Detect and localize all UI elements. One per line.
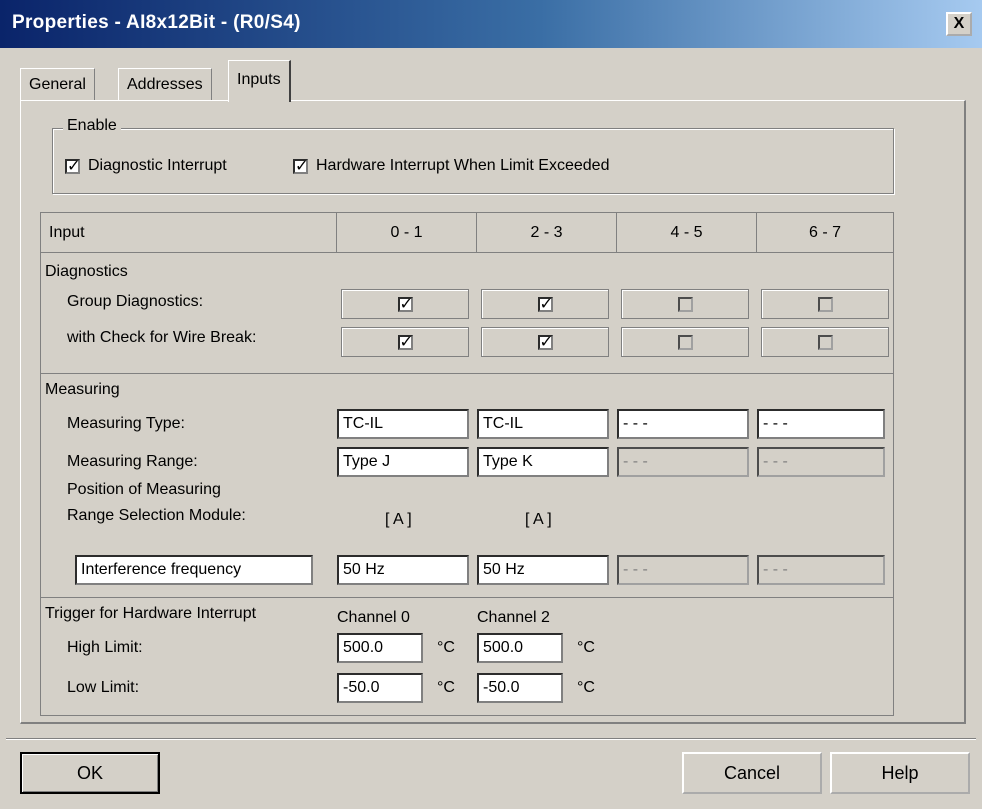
divider-diagnostics bbox=[41, 373, 893, 374]
tab-addresses[interactable]: Addresses bbox=[118, 68, 212, 100]
position-value-2-3: [ A ] bbox=[525, 511, 552, 528]
group-diag-cell-4-5 bbox=[621, 289, 749, 319]
measuring-range-2-3[interactable]: Type K bbox=[477, 447, 609, 477]
wire-break-cell-6-7 bbox=[761, 327, 889, 357]
wire-break-cell-2-3[interactable] bbox=[481, 327, 609, 357]
high-limit-ch2-unit: °C bbox=[577, 639, 595, 656]
group-diag-checkbox-4-5 bbox=[677, 296, 693, 312]
close-icon: X bbox=[953, 15, 965, 32]
group-diag-checkbox-2-3[interactable] bbox=[537, 294, 553, 314]
position-value-0-1: [ A ] bbox=[385, 511, 412, 528]
interference-6-7: - - - bbox=[757, 555, 885, 585]
hardware-interrupt-checkbox[interactable] bbox=[293, 156, 308, 176]
channel-2-label: Channel 2 bbox=[477, 609, 550, 626]
close-button[interactable]: X bbox=[946, 12, 972, 36]
bottom-separator bbox=[6, 738, 976, 740]
interference-frequency-label-field: Interference frequency bbox=[75, 555, 313, 585]
measuring-range-label: Measuring Range: bbox=[67, 453, 198, 470]
measuring-type-4-5[interactable]: - - - bbox=[617, 409, 749, 439]
trigger-title: Trigger for Hardware Interrupt bbox=[45, 605, 257, 622]
interference-0-1[interactable]: 50 Hz bbox=[337, 555, 469, 585]
tab-inputs[interactable]: Inputs bbox=[228, 60, 291, 102]
measuring-title: Measuring bbox=[45, 381, 120, 398]
measuring-range-4-5: - - - bbox=[617, 447, 749, 477]
high-limit-label: High Limit: bbox=[67, 639, 143, 656]
diagnostic-interrupt-label: Diagnostic Interrupt bbox=[88, 157, 227, 174]
hardware-interrupt-option[interactable]: Hardware Interrupt When Limit Exceeded bbox=[293, 156, 610, 176]
help-button[interactable]: Help bbox=[830, 752, 970, 794]
wire-break-cell-0-1[interactable] bbox=[341, 327, 469, 357]
settings-table: Input 0 - 1 2 - 3 4 - 5 6 - 7 Diagnostic… bbox=[40, 212, 894, 716]
group-diagnostics-label: Group Diagnostics: bbox=[67, 293, 204, 310]
wire-break-checkbox-0-1[interactable] bbox=[397, 332, 413, 352]
group-diag-cell-6-7 bbox=[761, 289, 889, 319]
divider-measuring bbox=[41, 597, 893, 598]
group-diag-cell-0-1[interactable] bbox=[341, 289, 469, 319]
interference-4-5: - - - bbox=[617, 555, 749, 585]
ok-button[interactable]: OK bbox=[20, 752, 160, 794]
low-limit-ch0[interactable]: -50.0 bbox=[337, 673, 423, 703]
hardware-interrupt-label: Hardware Interrupt When Limit Exceeded bbox=[316, 157, 610, 174]
title-bar: Properties - AI8x12Bit - (R0/S4) X bbox=[0, 0, 982, 48]
low-limit-ch2-unit: °C bbox=[577, 679, 595, 696]
enable-group: Enable Diagnostic Interrupt Hardware Int… bbox=[52, 117, 894, 194]
header-input: Input bbox=[41, 213, 337, 253]
tab-general[interactable]: General bbox=[20, 68, 95, 100]
group-diag-cell-2-3[interactable] bbox=[481, 289, 609, 319]
high-limit-ch0[interactable]: 500.0 bbox=[337, 633, 423, 663]
high-limit-ch2[interactable]: 500.0 bbox=[477, 633, 563, 663]
header-col-4-5: 4 - 5 bbox=[617, 213, 757, 253]
measuring-type-2-3[interactable]: TC-IL bbox=[477, 409, 609, 439]
low-limit-label: Low Limit: bbox=[67, 679, 140, 696]
header-col-6-7: 6 - 7 bbox=[757, 213, 893, 253]
diagnostic-interrupt-option[interactable]: Diagnostic Interrupt bbox=[65, 156, 227, 176]
high-limit-ch0-unit: °C bbox=[437, 639, 455, 656]
window-title: Properties - AI8x12Bit - (R0/S4) bbox=[12, 12, 301, 33]
low-limit-ch0-unit: °C bbox=[437, 679, 455, 696]
wire-break-cell-4-5 bbox=[621, 327, 749, 357]
interference-2-3[interactable]: 50 Hz bbox=[477, 555, 609, 585]
wire-break-checkbox-6-7 bbox=[817, 334, 833, 350]
measuring-type-label: Measuring Type: bbox=[67, 415, 185, 432]
wire-break-label: with Check for Wire Break: bbox=[67, 329, 257, 346]
measuring-range-0-1[interactable]: Type J bbox=[337, 447, 469, 477]
group-diag-checkbox-0-1[interactable] bbox=[397, 294, 413, 314]
channel-0-label: Channel 0 bbox=[337, 609, 410, 626]
header-col-2-3: 2 - 3 bbox=[477, 213, 617, 253]
diagnostic-interrupt-checkbox[interactable] bbox=[65, 156, 80, 176]
header-col-0-1: 0 - 1 bbox=[337, 213, 477, 253]
position-label-1: Position of Measuring bbox=[67, 481, 221, 498]
enable-legend: Enable bbox=[63, 117, 121, 135]
measuring-type-0-1[interactable]: TC-IL bbox=[337, 409, 469, 439]
low-limit-ch2[interactable]: -50.0 bbox=[477, 673, 563, 703]
group-diag-checkbox-6-7 bbox=[817, 296, 833, 312]
cancel-button[interactable]: Cancel bbox=[682, 752, 822, 794]
position-label-2: Range Selection Module: bbox=[67, 507, 246, 524]
wire-break-checkbox-2-3[interactable] bbox=[537, 332, 553, 352]
wire-break-checkbox-4-5 bbox=[677, 334, 693, 350]
diagnostics-title: Diagnostics bbox=[45, 263, 128, 280]
measuring-type-6-7[interactable]: - - - bbox=[757, 409, 885, 439]
measuring-range-6-7: - - - bbox=[757, 447, 885, 477]
